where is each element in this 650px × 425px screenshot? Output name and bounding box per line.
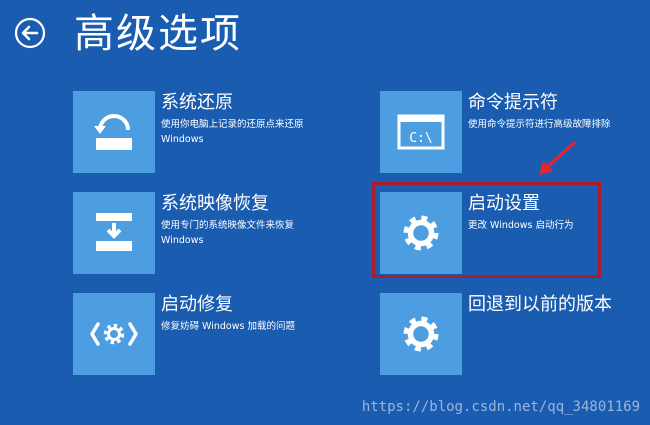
option-system-restore[interactable]: 系统还原 使用你电脑上记录的还原点来还原 Windows <box>73 91 341 175</box>
option-description: 修复妨碍 Windows 加载的问题 <box>161 321 295 332</box>
option-description: 使用命令提示符进行高级故障排除 <box>468 119 611 130</box>
command-prompt-icon: C:\ <box>397 114 445 150</box>
back-arrow-icon <box>14 17 46 49</box>
gear-icon <box>403 316 439 352</box>
option-title: 回退到以前的版本 <box>468 294 612 315</box>
option-command-prompt[interactable]: C:\ 命令提示符 使用命令提示符进行高级故障排除 <box>380 91 648 175</box>
option-startup-repair[interactable]: 启动修复 修复妨碍 Windows 加载的问题 <box>73 293 341 377</box>
annotation-arrow-icon <box>539 141 576 175</box>
back-button[interactable] <box>14 17 46 49</box>
option-tile <box>380 293 462 375</box>
option-description: 使用你电脑上记录的还原点来还原 Windows <box>161 119 304 145</box>
option-tile: C:\ <box>380 91 462 173</box>
option-title: 系统还原 <box>161 92 233 113</box>
option-go-back-previous-version[interactable]: 回退到以前的版本 <box>380 293 648 377</box>
command-prompt-icon-text: C:\ <box>409 131 432 146</box>
option-tile <box>73 192 155 274</box>
option-title: 系统映像恢复 <box>161 193 269 214</box>
system-image-recovery-icon <box>96 213 132 251</box>
option-tile <box>73 91 155 173</box>
system-restore-icon <box>94 114 132 150</box>
option-title: 命令提示符 <box>468 92 558 113</box>
watermark: https://blog.csdn.net/qq_34801169 <box>361 399 640 415</box>
option-system-image-recovery[interactable]: 系统映像恢复 使用专门的系统映像文件来恢复 Windows <box>73 192 341 276</box>
option-tile <box>73 293 155 375</box>
option-description: 使用专门的系统映像文件来恢复 Windows <box>161 220 295 246</box>
page-title: 高级选项 <box>74 11 242 57</box>
highlight-box <box>372 182 601 278</box>
option-title: 启动修复 <box>161 294 233 315</box>
startup-repair-icon <box>90 322 138 346</box>
